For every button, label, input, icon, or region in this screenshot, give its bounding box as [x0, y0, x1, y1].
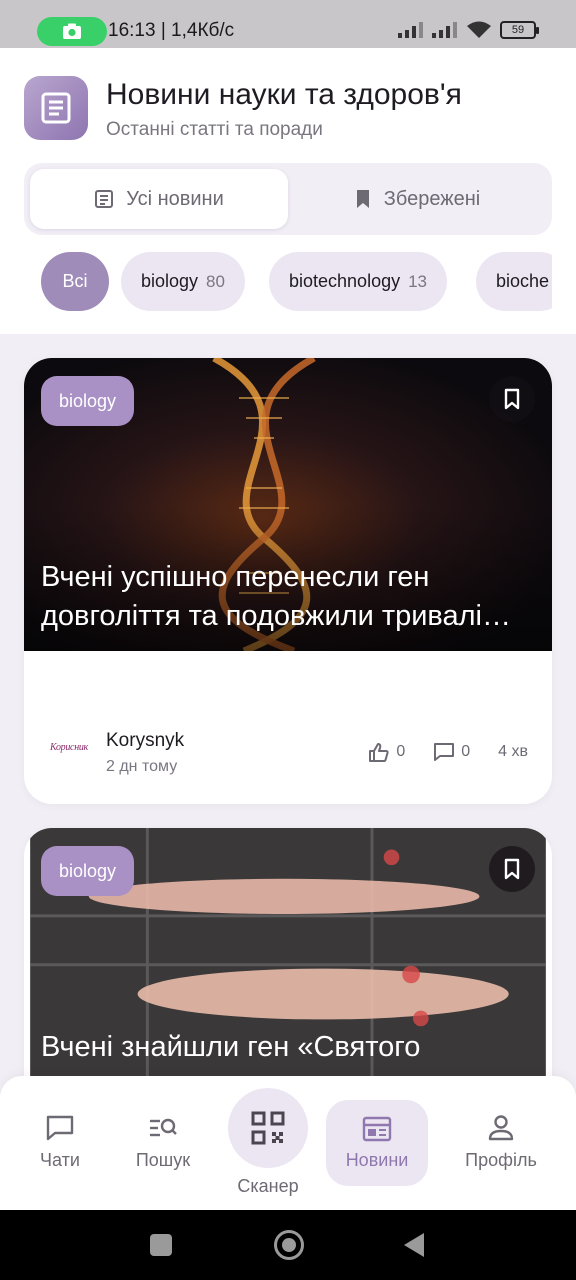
likes-count: 0 — [396, 743, 406, 760]
bookmark-outline-icon — [504, 858, 520, 880]
tab-label: Усі новини — [126, 187, 224, 210]
nav-label: Чати — [40, 1150, 80, 1170]
news-tabs: Усі новини Збережені — [24, 163, 552, 235]
newspaper-icon — [24, 76, 88, 140]
chip-label: bioche — [496, 271, 550, 291]
chip-label: biology — [141, 271, 199, 291]
battery-icon: 59 — [500, 21, 539, 39]
search-list-icon — [150, 1118, 177, 1137]
comments-count: 0 — [461, 743, 471, 760]
system-navigation-bar — [0, 1210, 576, 1280]
article-card[interactable]: biology Вчені успішно перенесли ген довг… — [24, 358, 552, 804]
article-meta: Корисник Korysnyk 2 дн тому 0 0 4 хв — [24, 730, 552, 780]
tab-saved[interactable]: Збережені — [288, 169, 546, 229]
chip-biotechnology[interactable]: biotechnology 13 — [269, 252, 448, 311]
nav-label: Пошук — [135, 1150, 191, 1170]
nav-news[interactable]: Новини — [326, 1100, 428, 1186]
bottom-navigation: Чати Пошук Сканер Новини Профіль — [0, 1076, 576, 1210]
page-header: Новини науки та здоров'я Останні статті … — [0, 48, 576, 334]
tab-label: Збережені — [383, 187, 481, 210]
wifi-icon — [467, 21, 491, 38]
back-icon[interactable] — [404, 1233, 424, 1257]
article-title: Вчені успішно перенесли ген довголіття т… — [41, 561, 512, 632]
chip-all[interactable]: Всі — [41, 252, 109, 311]
chat-icon — [46, 1115, 74, 1141]
thumbs-up-icon[interactable] — [368, 742, 390, 762]
nav-label: Сканер — [237, 1176, 299, 1196]
chip-label: biotechnology — [289, 271, 401, 291]
article-tag[interactable]: biology — [41, 376, 135, 426]
page-subtitle: Останні статті та поради — [106, 119, 323, 140]
article-icon — [95, 190, 114, 208]
source-logo: Корисник — [50, 742, 88, 753]
person-icon — [488, 1115, 514, 1141]
qr-code-icon — [251, 1111, 285, 1145]
status-bar: 16:13 | 1,4Кб/с 59 — [0, 0, 576, 48]
bookmark-button[interactable] — [489, 846, 535, 892]
camera-icon — [63, 23, 81, 39]
scanner-button[interactable] — [228, 1088, 308, 1168]
newspaper-icon — [362, 1116, 392, 1141]
bookmark-outline-icon — [504, 388, 520, 410]
tab-all-news[interactable]: Усі новини — [30, 169, 288, 229]
read-time: 4 хв — [498, 743, 528, 760]
chip-biology[interactable]: biology 80 — [121, 252, 245, 311]
recent-apps-icon[interactable] — [150, 1234, 172, 1256]
chip-count: 13 — [408, 271, 428, 291]
nav-search[interactable]: Пошук — [128, 1114, 198, 1171]
bookmark-icon — [356, 190, 369, 208]
article-stats: 0 0 4 хв — [368, 742, 528, 762]
screen-record-indicator[interactable] — [37, 17, 107, 46]
chip-count: 80 — [206, 271, 225, 291]
nav-profile[interactable]: Профіль — [462, 1114, 540, 1171]
signal-icon — [398, 22, 423, 38]
chip-label: Всі — [62, 271, 88, 291]
signal-icon — [432, 22, 457, 38]
comment-icon[interactable] — [433, 742, 455, 762]
article-title: Вчені знайшли ген «Святого — [41, 1031, 421, 1063]
source-name: Korysnyk — [106, 730, 185, 751]
nav-chats[interactable]: Чати — [30, 1114, 90, 1171]
published-time: 2 дн тому — [106, 758, 178, 775]
chip-biochemistry[interactable]: bioche — [476, 252, 552, 311]
home-icon[interactable] — [274, 1230, 304, 1260]
nav-label: Профіль — [465, 1150, 537, 1170]
nav-label: Новини — [345, 1149, 409, 1170]
status-time: 16:13 | 1,4Кб/с — [108, 20, 235, 41]
nav-scanner[interactable]: Сканер — [228, 1088, 308, 1197]
article-tag[interactable]: biology — [41, 846, 135, 896]
status-icons: 59 — [398, 21, 539, 39]
page-title: Новини науки та здоров'я — [106, 78, 462, 111]
bookmark-button[interactable] — [489, 376, 535, 422]
category-chips: Всі biology 80 biotechnology 13 bioche — [24, 252, 552, 312]
